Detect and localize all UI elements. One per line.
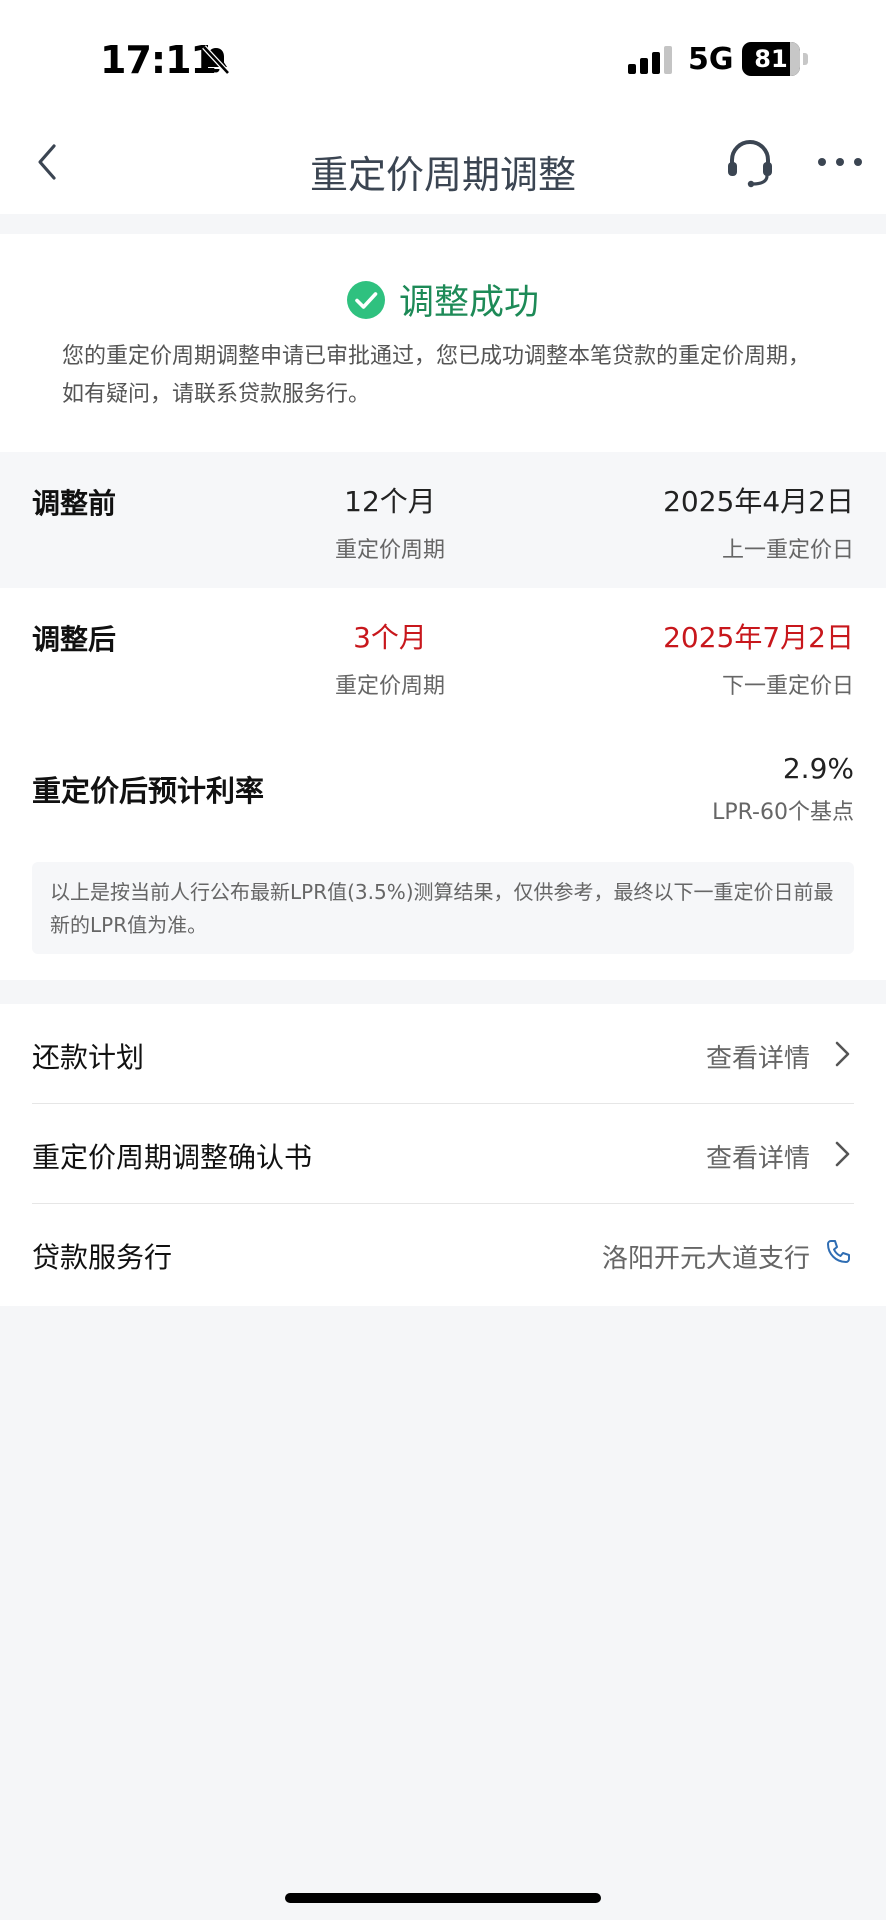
check-circle-icon — [346, 280, 385, 319]
before-period-value: 12个月 — [344, 485, 436, 518]
list-item-label: 重定价周期调整确认书 — [32, 1141, 313, 1174]
success-description: 您的重定价周期调整申请已审批通过，您已成功调整本笔贷款的重定价周期，如有疑问，请… — [62, 344, 811, 407]
expected-rate-section: 重定价后预计利率 2.9% LPR-60个基点 以上是按当前人行公布最新LPR值… — [0, 718, 886, 980]
phone-icon[interactable] — [824, 1238, 852, 1266]
success-title: 调整成功 — [398, 283, 539, 323]
before-date-value: 2025年4月2日 — [663, 485, 854, 518]
before-period-caption: 重定价周期 — [334, 538, 445, 563]
list-item-service-branch[interactable]: 贷款服务行 洛阳开元大道支行 — [0, 1204, 886, 1304]
rate-note: 以上是按当前人行公布最新LPR值(3.5%)测算结果，仅供参考，最终以下一重定价… — [32, 862, 854, 954]
before-label: 调整前 — [32, 487, 117, 520]
after-period-value: 3个月 — [353, 621, 427, 654]
customer-service-headset-icon[interactable] — [722, 134, 778, 190]
expected-rate-detail: LPR-60个基点 — [712, 800, 854, 825]
before-date-caption: 上一重定价日 — [721, 538, 854, 563]
chevron-right-icon[interactable] — [832, 1138, 854, 1170]
list-item-confirmation-letter[interactable]: 重定价周期调整确认书 查看详情 — [0, 1104, 886, 1204]
list-item-value[interactable]: 查看详情 — [706, 1138, 810, 1175]
after-adjustment-row: 调整后 3个月 重定价周期 2025年7月2日 下一重定价日 — [0, 588, 886, 718]
info-list: 还款计划 查看详情 重定价周期调整确认书 查看详情 贷款服务行 洛阳开元大道支行 — [0, 1004, 886, 1306]
after-date-value: 2025年7月2日 — [663, 621, 854, 654]
service-branch-name: 洛阳开元大道支行 — [601, 1244, 810, 1274]
chevron-right-icon[interactable] — [832, 1038, 854, 1070]
after-label: 调整后 — [32, 623, 117, 656]
expected-rate-label: 重定价后预计利率 — [32, 774, 265, 808]
list-item-value[interactable]: 查看详情 — [706, 1038, 810, 1075]
status-time: 17:11 — [100, 38, 217, 82]
home-indicator — [285, 1893, 601, 1903]
cellular-signal-icon — [628, 46, 672, 74]
network-type: 5G — [688, 42, 734, 77]
list-item-label: 还款计划 — [32, 1041, 145, 1074]
page: 17:11 5G 81 重定价周期调整 调整成功 您的重定价周期调整申请已审批通… — [0, 0, 886, 1920]
expected-rate-value: 2.9% — [782, 752, 854, 785]
more-dots-icon[interactable] — [812, 134, 868, 190]
status-bar: 17:11 5G 81 — [0, 0, 886, 110]
navigation-bar: 重定价周期调整 — [0, 110, 886, 214]
battery-icon: 81 — [742, 42, 810, 76]
list-item-label: 贷款服务行 — [32, 1241, 173, 1274]
after-date-caption: 下一重定价日 — [721, 674, 854, 699]
success-header: 调整成功 — [0, 274, 886, 325]
before-adjustment-row: 调整前 12个月 重定价周期 2025年4月2日 上一重定价日 — [0, 452, 886, 588]
list-item-repayment-plan[interactable]: 还款计划 查看详情 — [0, 1004, 886, 1104]
success-card: 调整成功 您的重定价周期调整申请已审批通过，您已成功调整本笔贷款的重定价周期，如… — [0, 234, 886, 452]
after-period-caption: 重定价周期 — [334, 674, 445, 699]
silent-bell-icon — [202, 45, 230, 75]
